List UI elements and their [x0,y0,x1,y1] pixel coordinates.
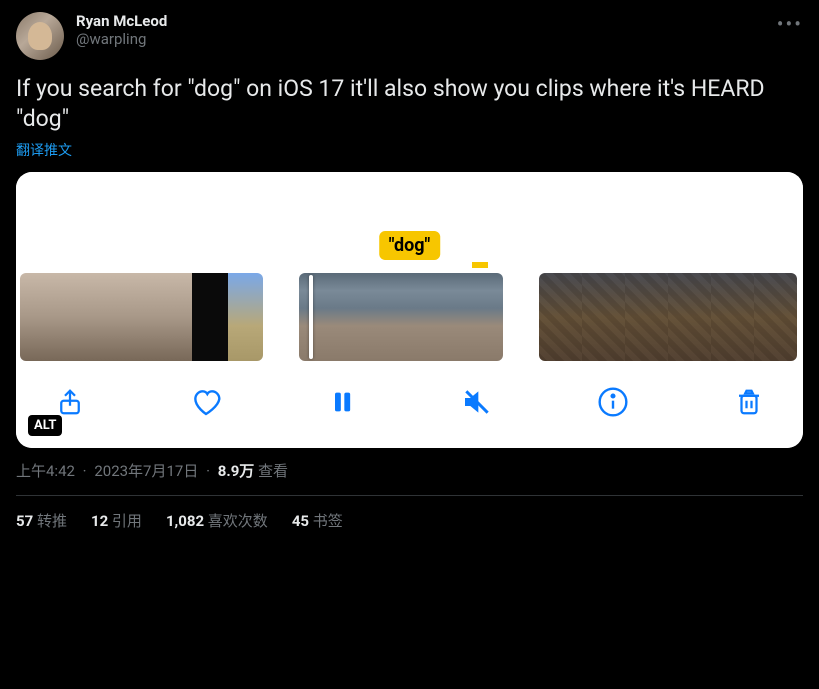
trash-icon[interactable] [731,384,767,420]
clip-group[interactable] [299,273,503,361]
display-name: Ryan McLeod [76,12,167,30]
bookmarks-stat[interactable]: 45 书签 [292,510,343,531]
engagement-stats: 57 转推 12 引用 1,082 喜欢次数 45 书签 [16,496,803,531]
clip-group[interactable] [539,273,798,361]
clip-frame [106,273,149,361]
retweets-stat[interactable]: 57 转推 [16,510,67,531]
clip-frame [539,273,582,361]
clip-group[interactable] [20,273,263,361]
quotes-stat[interactable]: 12 引用 [91,510,142,531]
timeline-marker [472,262,488,268]
clip-frame [625,273,668,361]
retweets-label: 转推 [37,512,67,530]
quotes-count: 12 [91,512,108,530]
bookmarks-count: 45 [292,512,309,530]
clip-frame [582,273,625,361]
heart-icon[interactable] [188,384,224,420]
views-count: 8.9万 [218,462,255,480]
tweet-meta: 上午4:42 · 2023年7月17日 · 8.9万 查看 [16,460,803,496]
likes-label: 喜欢次数 [208,512,268,530]
tweet-container: ••• Ryan McLeod @warpling If you search … [0,0,819,543]
clip-frame [299,273,350,361]
post-time[interactable]: 上午4:42 [16,462,75,480]
meta-separator: · [83,462,87,480]
user-block[interactable]: Ryan McLeod @warpling [76,12,167,48]
clip-frame [401,273,452,361]
media-header: "dog" [16,172,803,270]
clip-frame [711,273,754,361]
search-highlight-label: "dog" [379,231,441,260]
likes-stat[interactable]: 1,082 喜欢次数 [166,510,268,531]
clip-frame [63,273,106,361]
pause-icon[interactable] [324,384,360,420]
playhead[interactable] [309,275,313,359]
clip-frame [668,273,711,361]
bookmarks-label: 书签 [313,512,343,530]
clip-frame [452,273,503,361]
meta-separator: · [206,462,210,480]
media-toolbar [16,366,803,448]
tweet-text: If you search for "dog" on iOS 17 it'll … [16,74,803,134]
alt-badge[interactable]: ALT [28,415,62,436]
more-options-button[interactable]: ••• [777,12,803,36]
clip-frame [228,273,263,361]
quotes-label: 引用 [112,512,142,530]
likes-count: 1,082 [166,512,204,530]
clip-frame [20,273,63,361]
avatar[interactable] [16,12,64,60]
post-date[interactable]: 2023年7月17日 [94,462,198,480]
user-handle: @warpling [76,30,167,48]
clip-frame [149,273,192,361]
info-icon[interactable] [595,384,631,420]
media-attachment[interactable]: "dog" [16,172,803,448]
clip-frame [192,273,227,361]
clip-frame [350,273,401,361]
views-label: 查看 [258,462,288,480]
tweet-header: Ryan McLeod @warpling [16,12,803,60]
mute-icon[interactable] [459,384,495,420]
translate-link[interactable]: 翻译推文 [16,140,72,160]
clip-frame [754,273,797,361]
retweets-count: 57 [16,512,33,530]
video-timeline [16,270,803,366]
